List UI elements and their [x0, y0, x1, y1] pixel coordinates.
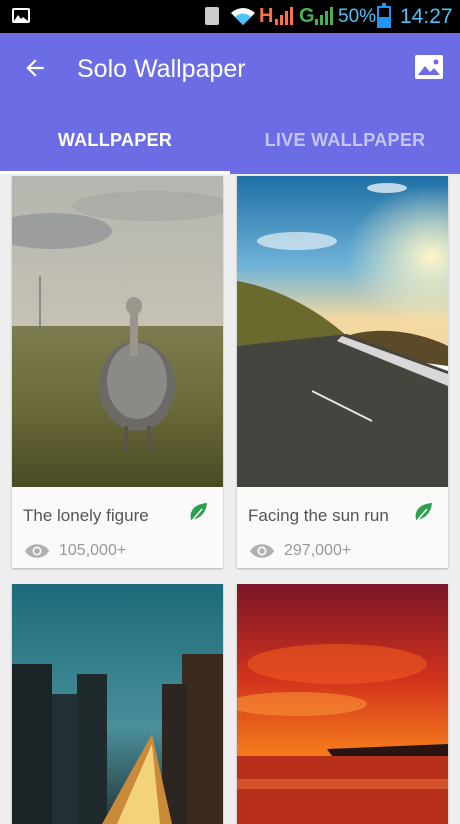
network-type-g: G — [299, 5, 315, 27]
wallpaper-card[interactable] — [12, 584, 223, 824]
view-count: 105,000+ — [59, 542, 127, 559]
leaf-icon — [414, 503, 432, 524]
wallpaper-card[interactable] — [237, 584, 448, 824]
battery-percent: 50% — [338, 6, 377, 27]
status-bar: H G 50% 14:27 — [0, 0, 460, 33]
signal-icon — [275, 7, 293, 25]
image-icon[interactable] — [415, 55, 443, 79]
network-type-h: H — [259, 5, 274, 27]
app-bar: Solo Wallpaper WALLPAPER LIVE WALLPAPER — [0, 33, 460, 174]
tab-indicator — [0, 171, 230, 174]
eye-icon — [250, 544, 274, 558]
wifi-icon — [231, 8, 255, 25]
battery-icon — [377, 3, 391, 28]
wallpaper-thumbnail-city[interactable] — [12, 584, 223, 824]
tab-wallpaper[interactable]: WALLPAPER — [0, 130, 230, 151]
eye-icon — [25, 544, 49, 558]
sd-card-icon — [205, 7, 219, 25]
view-count: 297,000+ — [284, 542, 352, 559]
tab-live-wallpaper[interactable]: LIVE WALLPAPER — [230, 130, 460, 151]
signal-icon-2 — [315, 7, 333, 25]
wallpaper-title: Facing the sun run — [248, 506, 389, 525]
leaf-icon — [189, 503, 207, 524]
wallpaper-thumbnail-lonely-figure[interactable] — [12, 176, 223, 487]
arrow-left-icon[interactable] — [22, 55, 48, 81]
wallpaper-thumbnail-facing-the-sun[interactable] — [237, 176, 448, 487]
wallpaper-title: The lonely figure — [23, 506, 149, 525]
page-title: Solo Wallpaper — [77, 55, 246, 83]
wallpaper-card[interactable]: Facing the sun run 297,000+ — [237, 176, 448, 568]
clock: 14:27 — [400, 5, 453, 28]
wallpaper-thumbnail-red-sunset[interactable] — [237, 584, 448, 824]
wallpaper-card[interactable]: The lonely figure 105,000+ — [12, 176, 223, 568]
gallery-notification-icon — [12, 8, 30, 23]
